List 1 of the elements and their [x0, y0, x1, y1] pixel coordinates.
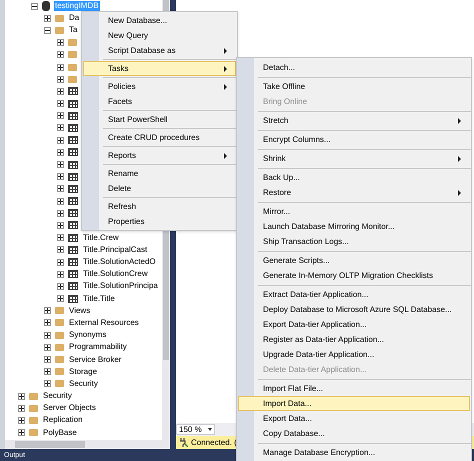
zoom-value: 150 %	[179, 426, 202, 434]
